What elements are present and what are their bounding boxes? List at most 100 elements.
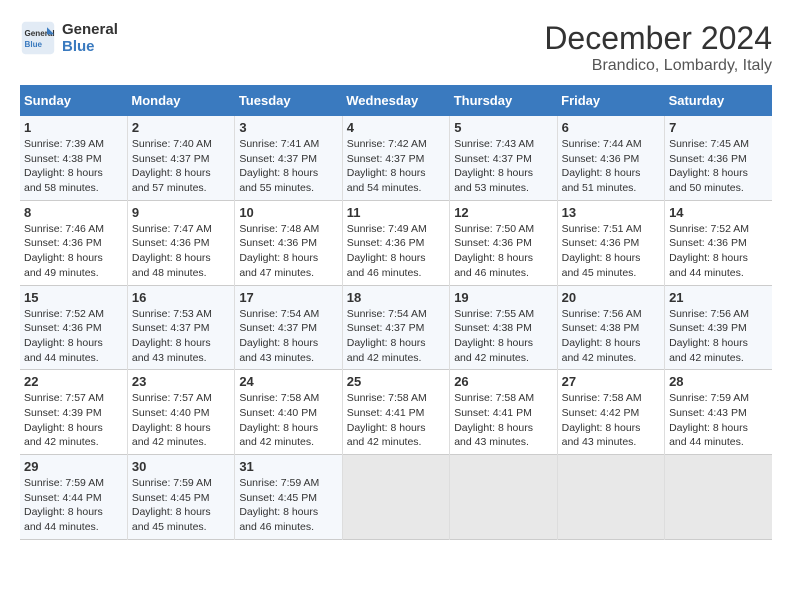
daylight-text: Daylight: 8 hours and 46 minutes. [347, 251, 445, 280]
sunset-text: Sunset: 4:38 PM [24, 152, 123, 167]
daylight-text: Daylight: 8 hours and 43 minutes. [454, 421, 552, 450]
sunset-text: Sunset: 4:39 PM [669, 321, 768, 336]
calendar-cell: 30 Sunrise: 7:59 AM Sunset: 4:45 PM Dayl… [127, 455, 234, 540]
calendar-cell: 29 Sunrise: 7:59 AM Sunset: 4:44 PM Dayl… [20, 455, 127, 540]
sunrise-text: Sunrise: 7:50 AM [454, 222, 552, 237]
day-info: Sunrise: 7:52 AM Sunset: 4:36 PM Dayligh… [24, 307, 123, 366]
day-number: 11 [347, 205, 445, 220]
sunrise-text: Sunrise: 7:51 AM [562, 222, 660, 237]
sunrise-text: Sunrise: 7:48 AM [239, 222, 337, 237]
calendar-cell: 31 Sunrise: 7:59 AM Sunset: 4:45 PM Dayl… [235, 455, 342, 540]
sunrise-text: Sunrise: 7:41 AM [239, 137, 337, 152]
sunset-text: Sunset: 4:37 PM [454, 152, 552, 167]
day-number: 6 [562, 120, 660, 135]
day-info: Sunrise: 7:46 AM Sunset: 4:36 PM Dayligh… [24, 222, 123, 281]
daylight-text: Daylight: 8 hours and 42 minutes. [239, 421, 337, 450]
sunset-text: Sunset: 4:43 PM [669, 406, 768, 421]
day-info: Sunrise: 7:44 AM Sunset: 4:36 PM Dayligh… [562, 137, 660, 196]
sunrise-text: Sunrise: 7:42 AM [347, 137, 445, 152]
sunset-text: Sunset: 4:36 PM [24, 321, 123, 336]
calendar-cell: 7 Sunrise: 7:45 AM Sunset: 4:36 PM Dayli… [665, 116, 772, 200]
daylight-text: Daylight: 8 hours and 47 minutes. [239, 251, 337, 280]
calendar-cell: 5 Sunrise: 7:43 AM Sunset: 4:37 PM Dayli… [450, 116, 557, 200]
day-number: 12 [454, 205, 552, 220]
calendar-row: 29 Sunrise: 7:59 AM Sunset: 4:44 PM Dayl… [20, 455, 772, 540]
sunset-text: Sunset: 4:41 PM [347, 406, 445, 421]
calendar-cell [665, 455, 772, 540]
sunrise-text: Sunrise: 7:49 AM [347, 222, 445, 237]
sunrise-text: Sunrise: 7:43 AM [454, 137, 552, 152]
day-number: 24 [239, 374, 337, 389]
daylight-text: Daylight: 8 hours and 45 minutes. [562, 251, 660, 280]
sunset-text: Sunset: 4:44 PM [24, 491, 123, 506]
sunrise-text: Sunrise: 7:58 AM [454, 391, 552, 406]
calendar-cell: 28 Sunrise: 7:59 AM Sunset: 4:43 PM Dayl… [665, 370, 772, 455]
sunrise-text: Sunrise: 7:56 AM [562, 307, 660, 322]
daylight-text: Daylight: 8 hours and 42 minutes. [347, 336, 445, 365]
calendar-cell [450, 455, 557, 540]
day-number: 8 [24, 205, 123, 220]
day-info: Sunrise: 7:41 AM Sunset: 4:37 PM Dayligh… [239, 137, 337, 196]
day-info: Sunrise: 7:42 AM Sunset: 4:37 PM Dayligh… [347, 137, 445, 196]
sunrise-text: Sunrise: 7:59 AM [132, 476, 230, 491]
sunset-text: Sunset: 4:37 PM [132, 152, 230, 167]
sunset-text: Sunset: 4:36 PM [239, 236, 337, 251]
logo-name-blue: Blue [62, 38, 118, 55]
calendar-cell: 4 Sunrise: 7:42 AM Sunset: 4:37 PM Dayli… [342, 116, 449, 200]
calendar-cell: 17 Sunrise: 7:54 AM Sunset: 4:37 PM Dayl… [235, 285, 342, 370]
sunrise-text: Sunrise: 7:59 AM [669, 391, 768, 406]
sunset-text: Sunset: 4:36 PM [562, 152, 660, 167]
day-number: 22 [24, 374, 123, 389]
sunrise-text: Sunrise: 7:47 AM [132, 222, 230, 237]
calendar-cell: 26 Sunrise: 7:58 AM Sunset: 4:41 PM Dayl… [450, 370, 557, 455]
sunset-text: Sunset: 4:45 PM [132, 491, 230, 506]
calendar-cell: 8 Sunrise: 7:46 AM Sunset: 4:36 PM Dayli… [20, 200, 127, 285]
sunrise-text: Sunrise: 7:52 AM [669, 222, 768, 237]
day-number: 2 [132, 120, 230, 135]
day-info: Sunrise: 7:51 AM Sunset: 4:36 PM Dayligh… [562, 222, 660, 281]
page-header: General Blue General Blue December 2024 … [20, 20, 772, 75]
calendar-row: 1 Sunrise: 7:39 AM Sunset: 4:38 PM Dayli… [20, 116, 772, 200]
month-title: December 2024 [544, 20, 772, 57]
calendar-cell: 6 Sunrise: 7:44 AM Sunset: 4:36 PM Dayli… [557, 116, 664, 200]
sunrise-text: Sunrise: 7:59 AM [239, 476, 337, 491]
daylight-text: Daylight: 8 hours and 49 minutes. [24, 251, 123, 280]
sunset-text: Sunset: 4:36 PM [347, 236, 445, 251]
sunset-text: Sunset: 4:41 PM [454, 406, 552, 421]
calendar-cell: 14 Sunrise: 7:52 AM Sunset: 4:36 PM Dayl… [665, 200, 772, 285]
day-info: Sunrise: 7:45 AM Sunset: 4:36 PM Dayligh… [669, 137, 768, 196]
day-info: Sunrise: 7:58 AM Sunset: 4:42 PM Dayligh… [562, 391, 660, 450]
sunset-text: Sunset: 4:36 PM [669, 152, 768, 167]
day-number: 21 [669, 290, 768, 305]
daylight-text: Daylight: 8 hours and 50 minutes. [669, 166, 768, 195]
logo-name-general: General [62, 21, 118, 38]
sunset-text: Sunset: 4:37 PM [239, 152, 337, 167]
sunrise-text: Sunrise: 7:58 AM [562, 391, 660, 406]
day-number: 17 [239, 290, 337, 305]
sunrise-text: Sunrise: 7:52 AM [24, 307, 123, 322]
daylight-text: Daylight: 8 hours and 43 minutes. [132, 336, 230, 365]
calendar-cell: 23 Sunrise: 7:57 AM Sunset: 4:40 PM Dayl… [127, 370, 234, 455]
daylight-text: Daylight: 8 hours and 57 minutes. [132, 166, 230, 195]
day-info: Sunrise: 7:59 AM Sunset: 4:45 PM Dayligh… [239, 476, 337, 535]
header-tuesday: Tuesday [235, 85, 342, 116]
sunset-text: Sunset: 4:37 PM [239, 321, 337, 336]
sunrise-text: Sunrise: 7:57 AM [132, 391, 230, 406]
calendar-row: 22 Sunrise: 7:57 AM Sunset: 4:39 PM Dayl… [20, 370, 772, 455]
day-info: Sunrise: 7:54 AM Sunset: 4:37 PM Dayligh… [239, 307, 337, 366]
daylight-text: Daylight: 8 hours and 43 minutes. [239, 336, 337, 365]
sunset-text: Sunset: 4:40 PM [132, 406, 230, 421]
calendar-cell: 24 Sunrise: 7:58 AM Sunset: 4:40 PM Dayl… [235, 370, 342, 455]
day-number: 9 [132, 205, 230, 220]
sunrise-text: Sunrise: 7:57 AM [24, 391, 123, 406]
sunrise-text: Sunrise: 7:40 AM [132, 137, 230, 152]
day-info: Sunrise: 7:56 AM Sunset: 4:38 PM Dayligh… [562, 307, 660, 366]
day-info: Sunrise: 7:50 AM Sunset: 4:36 PM Dayligh… [454, 222, 552, 281]
sunrise-text: Sunrise: 7:53 AM [132, 307, 230, 322]
calendar-cell: 27 Sunrise: 7:58 AM Sunset: 4:42 PM Dayl… [557, 370, 664, 455]
sunrise-text: Sunrise: 7:44 AM [562, 137, 660, 152]
header-friday: Friday [557, 85, 664, 116]
calendar-cell: 18 Sunrise: 7:54 AM Sunset: 4:37 PM Dayl… [342, 285, 449, 370]
sunset-text: Sunset: 4:36 PM [562, 236, 660, 251]
sunset-text: Sunset: 4:39 PM [24, 406, 123, 421]
